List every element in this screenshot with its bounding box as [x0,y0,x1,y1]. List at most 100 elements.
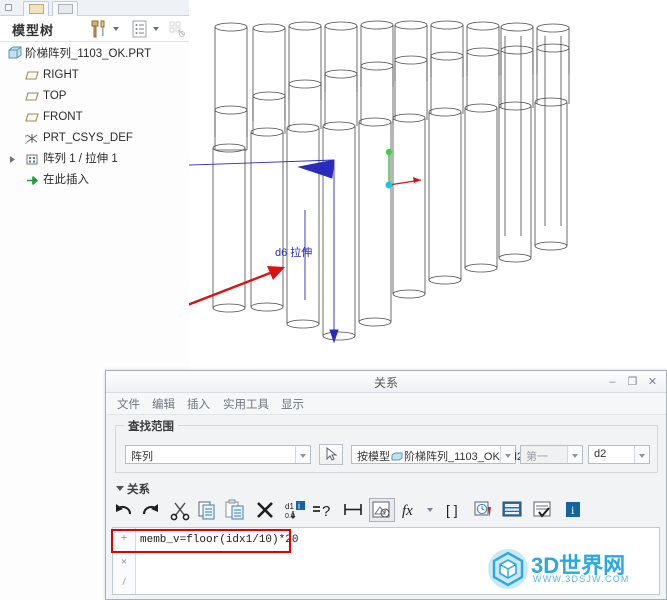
svg-text:i: i [298,501,300,511]
chevron-down-icon[interactable] [634,446,649,463]
dialog-title: 关系 [373,376,398,390]
menu-edit[interactable]: 编辑 [149,396,178,412]
dimension-toggle-button[interactable] [340,498,366,522]
svg-text:?: ? [322,503,330,520]
scope-model-combo[interactable]: 按模型 阶梯阵列_1103_OK的d2 [351,445,523,464]
svg-text:y: y [25,133,27,138]
dialog-menubar[interactable]: 文件 编辑 插入 实用工具 显示 [106,393,666,415]
scissors-icon [170,502,190,521]
info-icon: i [566,502,580,517]
tree-columns-button[interactable] [130,19,150,39]
insert-function-button[interactable]: fx [400,498,426,522]
scope-dimension-combo[interactable]: d2 [588,445,650,464]
menu-file[interactable]: 文件 [114,396,143,412]
gutter-symbol[interactable]: × [113,556,135,568]
svg-text:[ ]: [ ] [446,502,458,518]
menu-display[interactable]: 显示 [278,396,307,412]
insert-brackets-button[interactable]: [ ] [442,498,468,522]
coordinate-system-icon: y z [25,133,38,145]
document-list-icon [132,20,147,38]
chevron-down-icon[interactable] [295,446,310,463]
columns-caret-icon[interactable] [153,27,159,31]
brackets-icon: [ ] [446,502,458,518]
parameters-table-icon [502,501,522,517]
dimension-label: d6 拉伸 [275,245,312,259]
menu-insert[interactable]: 插入 [184,396,213,412]
insert-here-arrow-icon [27,176,38,185]
undo-icon [116,504,132,515]
check-relations-button[interactable] [530,498,556,522]
tree-item-right[interactable]: RIGHT [0,65,189,86]
menu-utilities[interactable]: 实用工具 [220,396,272,412]
tree-tab-strip [0,0,189,16]
tree-header: 模型树 [0,16,189,42]
relations-toolbar[interactable]: d1 0.0 i ? fx [] i [112,498,660,524]
insert-function-caret[interactable] [424,498,436,522]
scope-type-combo[interactable]: 阵列 [125,445,311,464]
hammer-screwdriver-icon [91,20,105,38]
tree-item-top[interactable]: TOP [0,86,189,107]
units-clock-icon [474,501,491,517]
minimize-button[interactable]: – [605,375,620,389]
equals-question-icon: ? [313,503,330,520]
editor-gutter: + × / [113,528,136,594]
checklist-icon [533,501,551,518]
delete-button[interactable] [252,498,278,522]
units-button[interactable] [471,498,497,522]
tree-panel-pin-icon[interactable] [5,4,12,11]
datum-plane-icon [25,92,39,101]
pattern-icon [26,154,38,165]
verify-relations-button[interactable]: ? [310,498,336,522]
svg-text:d1: d1 [285,502,294,511]
tab-layer-tree[interactable] [52,1,78,16]
red-callout-arrow [189,266,285,306]
relation-code-line[interactable]: memb_v=floor(idx1/10)*20 [140,534,298,546]
collapse-caret-icon[interactable] [116,486,124,491]
gutter-symbol[interactable]: / [113,576,135,588]
tree-item-pattern[interactable]: 阵列 1 / 拉伸 1 [0,149,189,170]
chevron-down-icon[interactable] [567,446,582,463]
copy-button[interactable] [194,498,220,522]
tools-settings-button[interactable] [88,19,110,39]
close-button[interactable]: ✕ [645,375,660,389]
tree-item-label: 阶梯阵列_1103_OK.PRT [25,48,152,60]
dialog-titlebar[interactable]: 关系 – ❐ ✕ [106,371,666,393]
dimension-annotation [189,159,339,344]
folder-icon [29,4,44,14]
part-icon [8,46,22,59]
cube-logo-icon [488,549,528,589]
parameters-button[interactable] [500,498,526,522]
watermark-url: WWW.3DSJW.COM [533,574,630,584]
tab-model-tree[interactable] [23,1,49,16]
sort-relations-button[interactable]: d1 0.0 i [282,498,308,522]
fx-icon: fx [402,503,413,519]
cut-button[interactable] [167,498,193,522]
expander-triangle-icon[interactable] [8,155,17,164]
relations-section-header[interactable]: 关系 [116,481,150,497]
select-object-button[interactable] [319,444,343,465]
datum-plane-icon [25,113,39,122]
chevron-down-icon[interactable] [500,446,515,463]
info-button[interactable]: i [560,498,586,522]
part-icon [391,452,403,461]
paste-button[interactable] [222,498,248,522]
tree-filter-button[interactable] [167,19,187,39]
site-watermark: 3D世界网 WWW.3DSJW.COM [487,548,663,592]
tree-item-part[interactable]: 阶梯阵列_1103_OK.PRT [0,42,189,65]
tree-item-insert-here[interactable]: 在此插入 [0,170,189,191]
redo-button[interactable] [137,498,163,522]
undo-button[interactable] [112,498,138,522]
filter-grid-icon [169,21,185,37]
tools-caret-icon[interactable] [113,27,119,31]
tree-item-csys[interactable]: y z PRT_CSYS_DEF [0,128,189,149]
scope-member-combo[interactable]: 第一 [520,445,583,464]
scope-legend: 查找范围 [124,418,178,434]
tree-item-label: RIGHT [43,69,79,81]
scope-model-prefix: 按模型 [357,451,390,463]
switch-symbols-button[interactable] [369,498,395,522]
tree-item-front[interactable]: FRONT [0,107,189,128]
maximize-button[interactable]: ❐ [625,375,640,389]
gutter-symbol[interactable]: + [113,532,135,544]
relations-section-label: 关系 [127,484,150,496]
x-delete-icon [257,502,273,518]
